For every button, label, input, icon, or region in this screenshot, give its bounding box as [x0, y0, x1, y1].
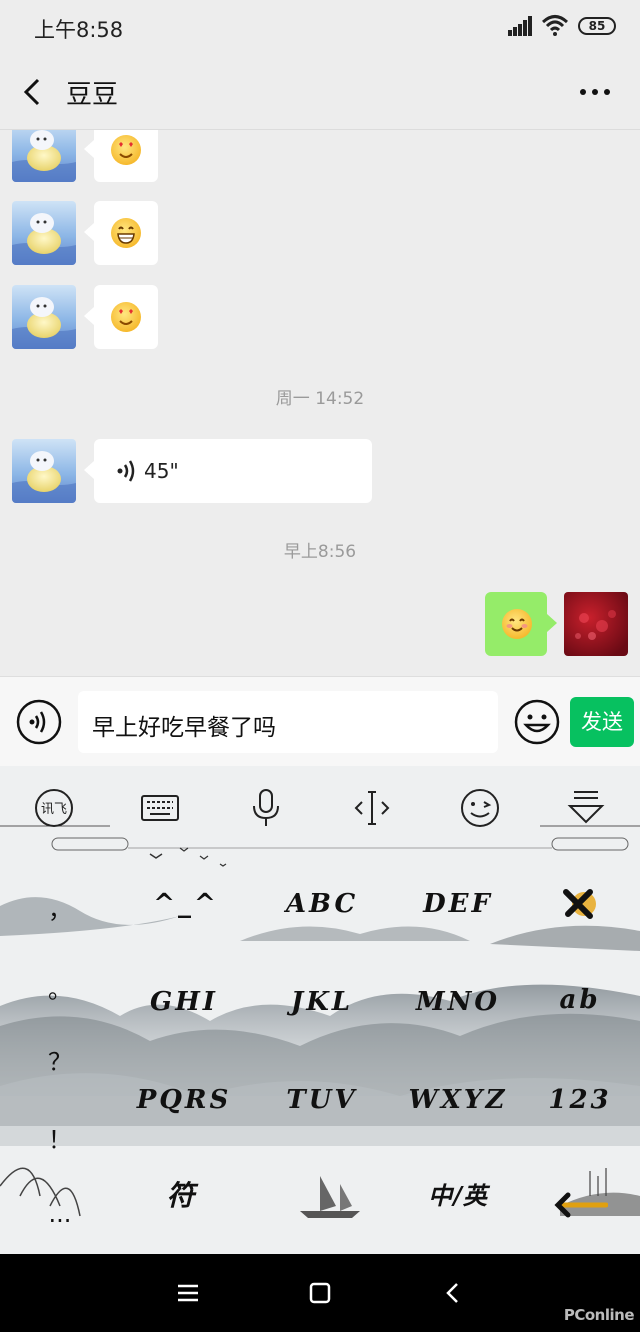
key-pqrs[interactable]: PQRS: [124, 1070, 244, 1130]
key-mno[interactable]: MNO: [398, 972, 518, 1032]
back-arrow-icon[interactable]: [18, 76, 48, 108]
key-numbers[interactable]: 123: [520, 1070, 640, 1130]
voice-duration: 45": [144, 459, 179, 483]
contact-avatar[interactable]: [12, 285, 76, 349]
svg-text:讯飞: 讯飞: [41, 802, 67, 817]
key-emoticon[interactable]: ^_^: [126, 874, 246, 934]
chat-timestamp: 早上8:56: [283, 542, 357, 562]
voice-wave-icon: [117, 460, 135, 482]
menu-icon[interactable]: [175, 1280, 201, 1306]
cursor-move-icon[interactable]: [350, 786, 394, 830]
battery-icon: 85: [578, 17, 616, 35]
contact-avatar[interactable]: [12, 439, 76, 503]
key-jkl[interactable]: JKL: [262, 972, 382, 1032]
ifly-logo-icon[interactable]: 讯飞: [32, 786, 76, 830]
heart-eyes-emoji-icon: [111, 302, 141, 332]
chat-title: 豆豆: [66, 80, 119, 110]
key-lang-switch[interactable]: 中/英: [398, 1166, 518, 1226]
status-time: 上午8:58: [34, 18, 124, 42]
ink-wash-keyboard: 讯飞 ， 。 ？ ！ ... ^_^ ABC DEF GHI JKL MNO a…: [0, 766, 640, 1254]
message-input-bar: 早上好吃早餐了吗 发送: [0, 676, 640, 766]
smile-emoji-icon: [502, 609, 532, 639]
grin-emoji-icon: [111, 218, 141, 248]
message-bubble[interactable]: [84, 285, 158, 349]
chat-header: 豆豆: [0, 54, 640, 130]
own-avatar[interactable]: [564, 592, 628, 656]
punct-ellipsis-key[interactable]: ...: [44, 1200, 76, 1228]
home-icon[interactable]: [307, 1280, 333, 1306]
more-options-icon[interactable]: [578, 82, 612, 102]
key-ghi[interactable]: GHI: [124, 972, 244, 1032]
message-bubble[interactable]: [84, 130, 158, 182]
send-button[interactable]: 发送: [570, 697, 634, 747]
chat-timestamp: 周一 14:52: [275, 389, 365, 409]
contact-avatar[interactable]: [12, 130, 76, 182]
enter-arrow-icon[interactable]: [554, 1190, 608, 1220]
message-bubble[interactable]: [84, 201, 158, 265]
key-abc[interactable]: ABC: [262, 874, 382, 934]
key-symbols[interactable]: 符: [122, 1166, 242, 1226]
hide-keyboard-icon[interactable]: [564, 786, 608, 830]
punct-question-key[interactable]: ？: [44, 1042, 76, 1077]
heart-eyes-emoji-icon: [111, 135, 141, 165]
emoji-picker-icon[interactable]: [514, 699, 560, 745]
keyboard-layout-icon[interactable]: [138, 786, 182, 830]
microphone-icon[interactable]: [244, 786, 288, 830]
back-icon[interactable]: [440, 1280, 466, 1306]
voice-input-icon[interactable]: [16, 699, 62, 745]
wifi-icon: [542, 15, 568, 36]
message-list[interactable]: 周一 14:52 45" 早上8:56: [0, 130, 640, 676]
voice-message-bubble[interactable]: 45": [84, 439, 372, 503]
wink-emoji-icon[interactable]: [458, 786, 502, 830]
key-tuv[interactable]: TUV: [262, 1070, 382, 1130]
space-key[interactable]: [250, 1162, 400, 1234]
punct-exclaim-key[interactable]: ！: [44, 1120, 76, 1155]
watermark-logo: PConline: [563, 1306, 635, 1324]
key-letter-case[interactable]: ab: [520, 970, 640, 1030]
system-nav-bar: PConline: [0, 1254, 640, 1332]
punct-period-key[interactable]: 。: [44, 970, 76, 1005]
punct-comma-key[interactable]: ，: [44, 890, 76, 925]
own-message-bubble[interactable]: [485, 592, 557, 656]
contact-avatar[interactable]: [12, 201, 76, 265]
key-wxyz[interactable]: WXYZ: [398, 1070, 518, 1130]
signal-icon: [508, 16, 532, 36]
status-bar: 上午8:58 85: [0, 0, 640, 54]
message-input[interactable]: 早上好吃早餐了吗: [78, 691, 498, 753]
delete-key-icon[interactable]: [560, 886, 602, 922]
key-def[interactable]: DEF: [398, 874, 518, 934]
